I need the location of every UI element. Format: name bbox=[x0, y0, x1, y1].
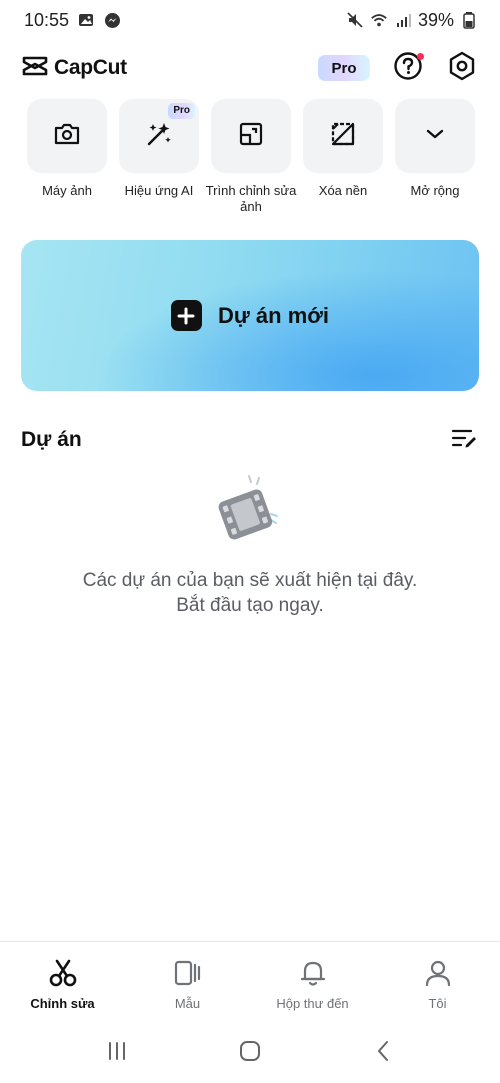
tool-tile[interactable] bbox=[211, 99, 291, 173]
tool-tile[interactable] bbox=[27, 99, 107, 173]
film-strip-icon bbox=[205, 470, 295, 554]
nav-profile[interactable]: Tôi bbox=[375, 942, 500, 1021]
tools-row: Máy ảnh Pro Hiệu ứng AI Trình chỉnh sửa … bbox=[26, 99, 476, 215]
tool-camera[interactable]: Máy ảnh bbox=[26, 99, 108, 215]
nav-inbox[interactable]: Hộp thư đến bbox=[250, 942, 375, 1021]
tool-label: Mở rộng bbox=[410, 183, 460, 198]
tool-tile[interactable] bbox=[303, 99, 383, 173]
bell-icon bbox=[296, 956, 330, 990]
app-logo: CapCut bbox=[22, 55, 127, 82]
magic-wand-icon bbox=[145, 120, 173, 153]
tool-tile[interactable]: Pro bbox=[119, 99, 199, 173]
bottom-nav: Chỉnh sửa Mẫu Hộp thư đến Tôi bbox=[0, 941, 500, 1021]
wifi-icon bbox=[370, 11, 388, 29]
nav-label: Tôi bbox=[428, 996, 447, 1011]
camera-icon bbox=[53, 122, 81, 151]
nav-label: Chỉnh sửa bbox=[30, 996, 95, 1011]
tool-label: Xóa nền bbox=[318, 183, 368, 198]
plus-icon bbox=[170, 300, 202, 331]
recent-apps-icon bbox=[106, 1041, 128, 1066]
recent-apps-button[interactable] bbox=[97, 1034, 137, 1074]
back-button[interactable] bbox=[363, 1034, 403, 1074]
tool-label: Hiệu ứng AI bbox=[124, 183, 194, 198]
status-bar: 10:55 39% bbox=[0, 0, 500, 40]
settings-button[interactable] bbox=[446, 51, 478, 86]
profile-icon bbox=[421, 956, 455, 990]
mute-icon bbox=[346, 11, 364, 29]
new-project-label: Dự án mới bbox=[217, 302, 330, 328]
tool-ai-effects[interactable]: Pro Hiệu ứng AI bbox=[118, 99, 200, 215]
tool-photo-editor[interactable]: Trình chỉnh sửa ảnh bbox=[206, 99, 296, 215]
empty-message: Các dự án của bạn sẽ xuất hiện tại đây. … bbox=[83, 568, 418, 618]
edit-list-button[interactable] bbox=[449, 425, 479, 455]
projects-header: Dự án bbox=[21, 424, 479, 456]
settings-icon bbox=[448, 51, 476, 86]
tool-label: Máy ảnh bbox=[42, 183, 92, 198]
nav-edit[interactable]: Chỉnh sửa bbox=[0, 942, 125, 1021]
app-header: CapCut Pro bbox=[22, 48, 478, 88]
capcut-logo-icon bbox=[22, 55, 48, 82]
back-icon bbox=[375, 1040, 391, 1067]
template-icon bbox=[171, 956, 205, 990]
pro-button[interactable]: Pro bbox=[318, 55, 370, 81]
help-button[interactable] bbox=[392, 51, 424, 84]
system-nav bbox=[0, 1024, 500, 1083]
empty-message-line1: Các dự án của bạn sẽ xuất hiện tại đây. bbox=[82, 570, 418, 591]
remove-background-icon bbox=[330, 121, 356, 152]
new-project-button[interactable]: Dự án mới bbox=[21, 240, 479, 391]
photo-editor-icon bbox=[238, 121, 264, 152]
app-name: CapCut bbox=[54, 56, 127, 79]
home-icon bbox=[239, 1040, 261, 1067]
gallery-icon bbox=[77, 11, 95, 29]
chevron-down-icon bbox=[425, 127, 445, 145]
tool-label: Trình chỉnh sửa ảnh bbox=[205, 183, 297, 214]
nav-templates[interactable]: Mẫu bbox=[125, 942, 250, 1021]
scissors-icon bbox=[46, 956, 80, 990]
home-button[interactable] bbox=[230, 1034, 270, 1074]
battery-icon bbox=[460, 11, 478, 29]
signal-icon bbox=[394, 11, 412, 29]
battery-percent: 39% bbox=[417, 9, 454, 30]
empty-message-line2: Bắt đầu tạo ngay. bbox=[176, 595, 324, 616]
status-time: 10:55 bbox=[24, 9, 70, 30]
nav-label: Hộp thư đến bbox=[276, 996, 349, 1011]
pro-tag: Pro bbox=[168, 103, 195, 119]
messenger-icon bbox=[103, 11, 121, 29]
nav-label: Mẫu bbox=[174, 996, 201, 1011]
notification-dot bbox=[417, 53, 424, 60]
tool-remove-background[interactable]: Xóa nền bbox=[302, 99, 384, 215]
empty-state: Các dự án của bạn sẽ xuất hiện tại đây. … bbox=[40, 470, 460, 618]
tool-expand[interactable]: Mở rộng bbox=[394, 99, 476, 215]
tool-tile[interactable] bbox=[395, 99, 475, 173]
edit-list-icon bbox=[451, 428, 477, 453]
projects-title: Dự án bbox=[21, 428, 82, 451]
